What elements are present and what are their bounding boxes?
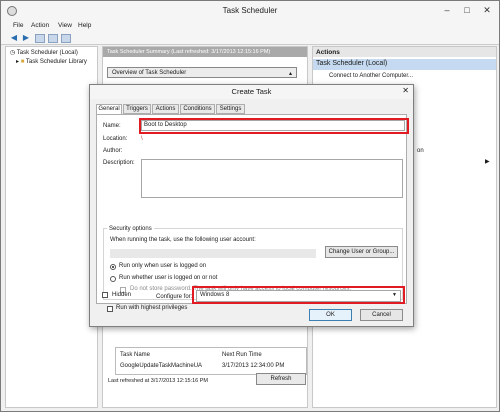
window-title: Task Scheduler xyxy=(222,6,278,15)
toolbar: ◀ ▶ xyxy=(1,32,499,45)
action-connect[interactable]: Connect to Another Computer... xyxy=(329,73,413,79)
name-highlight-box xyxy=(139,118,409,134)
dialog-title: Create Task xyxy=(90,85,413,99)
column-task-name[interactable]: Task Name xyxy=(120,352,150,358)
location-label: Location: xyxy=(103,136,128,142)
minimize-icon[interactable]: – xyxy=(438,4,456,17)
dialog-close-icon[interactable]: ✕ xyxy=(402,86,409,95)
tree-item-library[interactable]: ▸ ■ Task Scheduler Library xyxy=(16,58,87,65)
menu-file[interactable]: File xyxy=(13,22,23,29)
menu-help[interactable]: Help xyxy=(78,22,91,29)
close-icon[interactable]: ✕ xyxy=(478,4,496,17)
overview-label: Overview of Task Scheduler xyxy=(112,70,187,76)
name-label: Name: xyxy=(103,123,121,129)
radio-whether-logged-on[interactable] xyxy=(110,276,116,282)
actions-header: Actions xyxy=(313,47,496,57)
change-user-button[interactable]: Change User or Group... xyxy=(325,246,398,258)
radio-logged-on[interactable] xyxy=(110,264,116,270)
properties-icon[interactable] xyxy=(48,34,58,43)
task-row-time[interactable]: 3/17/2013 12:34:00 PM xyxy=(222,363,284,369)
account-prompt: When running the task, use the following… xyxy=(110,237,256,243)
menu-action[interactable]: Action xyxy=(31,22,49,29)
navigation-tree: ◷ Task Scheduler (Local) ▸ ■ Task Schedu… xyxy=(5,46,98,408)
task-row-name[interactable]: GoogleUpdateTaskMachineUA xyxy=(120,363,202,369)
tab-settings[interactable]: Settings xyxy=(216,104,245,114)
configure-for-label: Configure for: xyxy=(156,294,193,300)
security-options-title: Security options xyxy=(107,226,154,232)
active-tasks-list: Task Name Next Run Time GoogleUpdateTask… xyxy=(115,347,307,375)
tab-triggers[interactable]: Triggers xyxy=(123,104,151,114)
highest-privileges-label[interactable]: Run with highest privileges xyxy=(116,305,187,311)
column-next-run[interactable]: Next Run Time xyxy=(222,352,262,358)
clock-icon: ◷ xyxy=(10,50,17,56)
tree-item-label: Task Scheduler (Local) xyxy=(16,50,78,56)
highest-privileges-checkbox[interactable] xyxy=(107,306,113,312)
action-partial[interactable]: on xyxy=(417,148,424,154)
overview-section[interactable]: Overview of Task Scheduler ▴ xyxy=(107,67,297,78)
ok-button[interactable]: OK xyxy=(309,309,352,321)
create-task-dialog: Create Task ✕ General Triggers Actions C… xyxy=(89,84,414,327)
hidden-label[interactable]: Hidden xyxy=(112,292,131,298)
title-bar: Task Scheduler – □ ✕ xyxy=(1,1,499,21)
radio-whether-label[interactable]: Run whether user is logged on or not xyxy=(119,275,217,281)
location-value: \ xyxy=(141,136,143,142)
tab-conditions[interactable]: Conditions xyxy=(180,104,215,114)
show-hide-action-pane-icon[interactable] xyxy=(61,34,71,43)
back-icon[interactable]: ◀ xyxy=(9,34,19,43)
author-label: Author: xyxy=(103,148,123,154)
menu-view[interactable]: View xyxy=(58,22,72,29)
collapse-icon[interactable]: ▴ xyxy=(289,70,292,77)
tree-item-label: Task Scheduler Library xyxy=(25,59,87,65)
task-scheduler-window: Task Scheduler – □ ✕ File Action View He… xyxy=(0,0,500,412)
user-account-field xyxy=(110,249,316,258)
description-label: Description: xyxy=(103,160,135,166)
summary-header: Task Scheduler Summary (Last refreshed: … xyxy=(103,47,307,57)
configure-highlight-box xyxy=(192,286,405,304)
tab-actions[interactable]: Actions xyxy=(152,104,179,114)
show-hide-tree-icon[interactable] xyxy=(35,34,45,43)
last-refreshed-text: Last refreshed at 3/17/2013 12:15:16 PM xyxy=(108,378,208,384)
cancel-button[interactable]: Cancel xyxy=(360,309,403,321)
description-textarea[interactable] xyxy=(141,159,403,198)
refresh-button[interactable]: Refresh xyxy=(256,373,306,385)
forward-icon[interactable]: ▶ xyxy=(21,34,31,43)
submenu-arrow-icon[interactable]: ▶ xyxy=(485,158,490,165)
general-tab-panel: Name: Boot to Desktop Location: \ Author… xyxy=(96,114,409,312)
radio-logged-on-label[interactable]: Run only when user is logged on xyxy=(119,263,206,269)
actions-selected[interactable]: Task Scheduler (Local) xyxy=(313,59,496,70)
hidden-checkbox[interactable] xyxy=(102,292,108,298)
tree-item-local[interactable]: ◷ Task Scheduler (Local) xyxy=(10,49,78,56)
maximize-icon[interactable]: □ xyxy=(458,4,476,17)
menu-bar: File Action View Help xyxy=(1,21,499,32)
